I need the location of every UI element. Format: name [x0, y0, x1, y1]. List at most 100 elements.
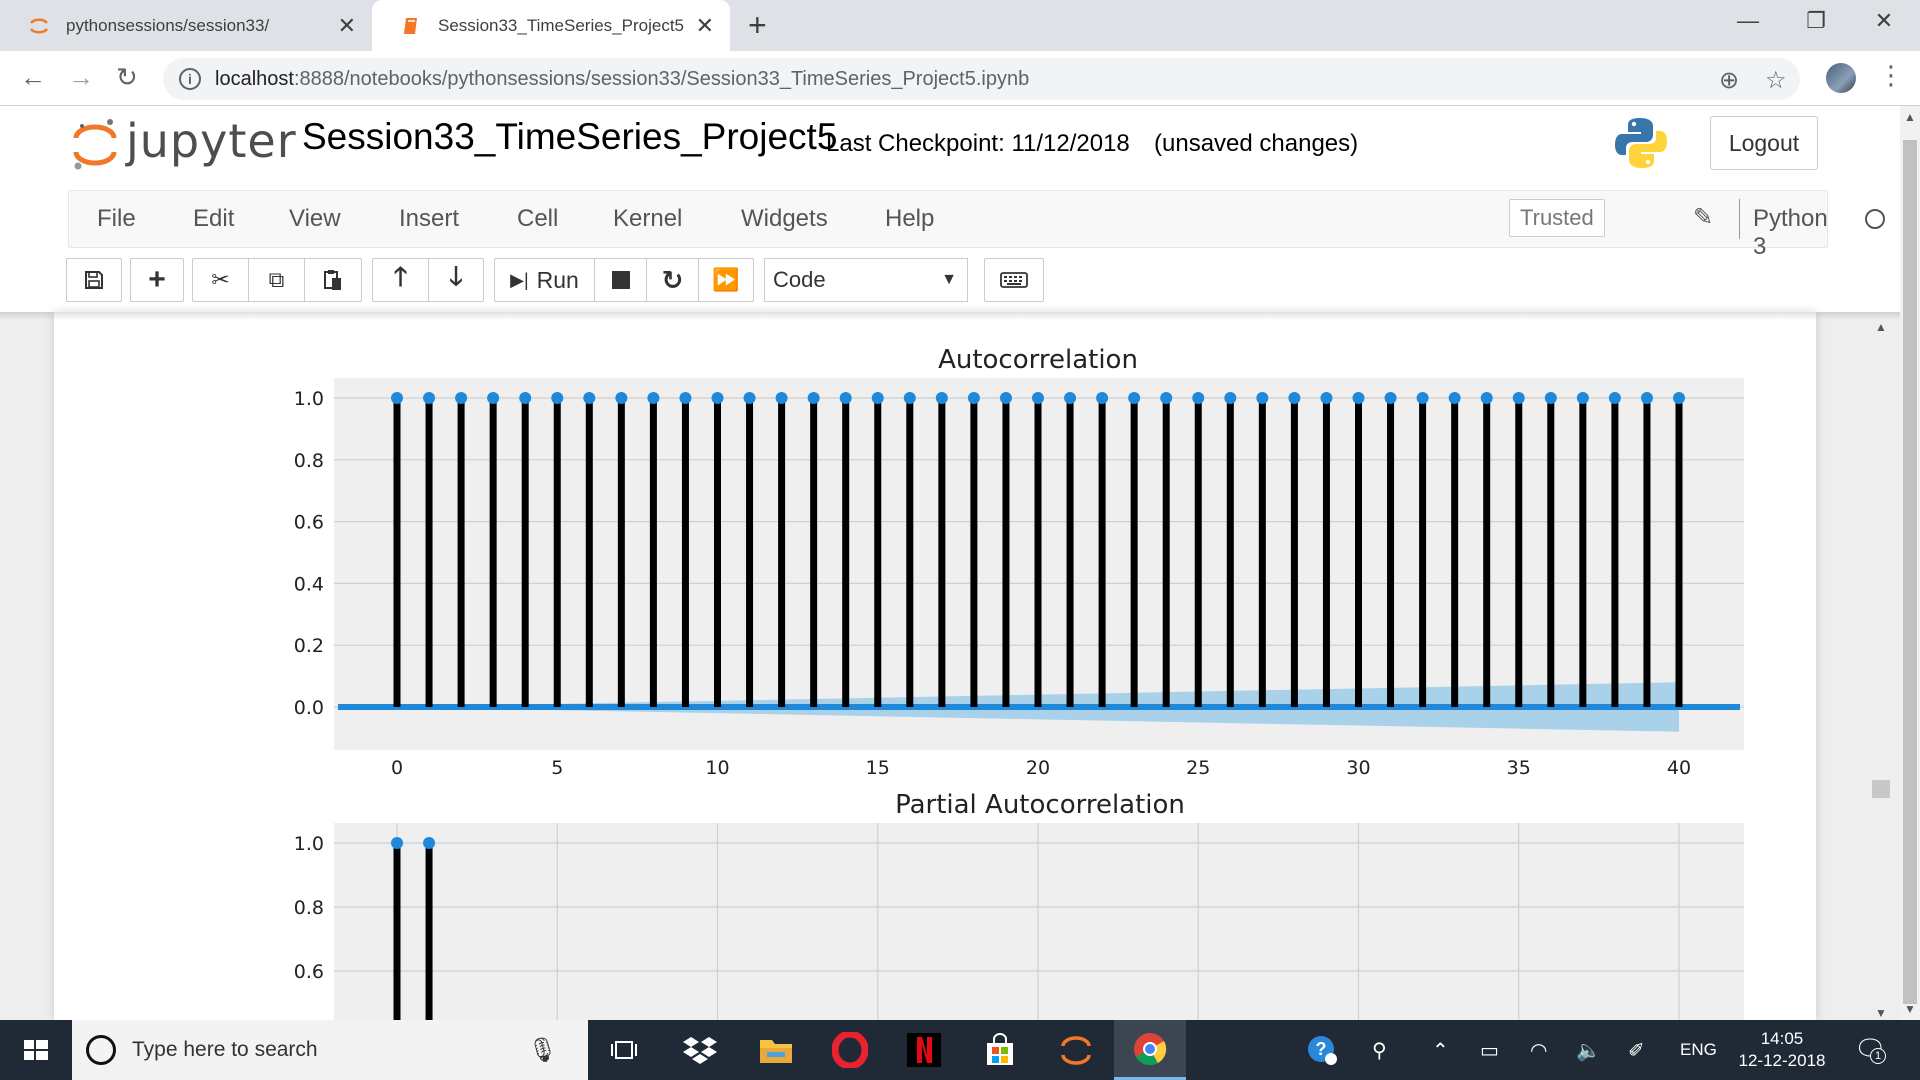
- acf-x-tick-label: 5: [551, 757, 563, 779]
- acf-marker: [1576, 392, 1589, 404]
- acf-marker: [1064, 392, 1077, 404]
- acf-plot: 0 5 10 15 20 25 30 35 40 0.0 0.2 0.4 0.6 0.8 1.0 Auto…: [294, 345, 1744, 779]
- acf-title: Autocorrelation: [938, 345, 1138, 375]
- notebook-scrollbar[interactable]: ▲ ▼: [1872, 312, 1890, 1020]
- pacf-y-tick-label: 0.8: [294, 897, 324, 919]
- clock-time: 14:05: [1760, 1029, 1804, 1048]
- taskbar-store[interactable]: [964, 1020, 1036, 1080]
- windows-taskbar: Type here to search 🎙 ? ⚲ ⌃ ▭ ◠ 🔈 ✐ ENG …: [0, 1020, 1920, 1080]
- pacf-y-tick-label: 1.0: [294, 833, 324, 855]
- acf-marker: [1544, 392, 1557, 404]
- acf-marker: [487, 392, 500, 404]
- acf-marker: [1128, 392, 1141, 404]
- acf-y-tick-label: 0.8: [294, 450, 324, 472]
- pacf-marker: [423, 837, 436, 849]
- acf-marker: [1256, 392, 1269, 404]
- acf-marker: [935, 392, 948, 404]
- acf-marker: [1224, 392, 1237, 404]
- acf-marker: [1096, 392, 1109, 404]
- acf-marker: [615, 392, 628, 404]
- scroll-up-icon[interactable]: ▲: [1904, 110, 1916, 124]
- task-view-icon: [611, 1041, 637, 1059]
- svg-text:?: ?: [1316, 1039, 1327, 1059]
- acf-marker: [903, 392, 916, 404]
- store-icon: [987, 1033, 1013, 1065]
- cell-output-plots: 0 5 10 15 20 25 30 35 40 0.0 0.2 0.4 0.6 0.8 1.0 Auto…: [294, 345, 1744, 1020]
- taskbar-file-explorer[interactable]: [740, 1020, 812, 1080]
- volume-icon[interactable]: 🔈: [1576, 1038, 1601, 1063]
- acf-marker: [391, 392, 403, 404]
- acf-x-tick-label: 20: [1026, 757, 1050, 779]
- acf-marker: [455, 392, 468, 404]
- acf-x-tick-label: 15: [866, 757, 890, 779]
- action-center-icon[interactable]: 🗨 1: [1854, 1034, 1887, 1065]
- acf-x-tick-label: 35: [1507, 757, 1531, 779]
- help-icon[interactable]: ?: [1306, 1034, 1338, 1072]
- acf-x-ticks: 0 5 10 15 20 25 30 35 40: [391, 757, 1691, 779]
- acf-marker: [1480, 392, 1493, 404]
- people-icon[interactable]: ⚲: [1372, 1038, 1387, 1063]
- acf-x-tick-label: 25: [1186, 757, 1210, 779]
- scroll-down-icon[interactable]: ▼: [1904, 1002, 1916, 1016]
- taskbar-dropbox[interactable]: [664, 1020, 736, 1080]
- acf-marker: [1320, 392, 1333, 404]
- acf-x-tick-label: 40: [1667, 757, 1691, 779]
- taskbar-chrome[interactable]: [1114, 1020, 1186, 1080]
- pacf-y-ticks: 0.6 0.8 1.0: [294, 833, 324, 983]
- acf-y-tick-label: 1.0: [294, 388, 324, 410]
- acf-marker: [1448, 392, 1461, 404]
- pen-icon[interactable]: ✐: [1628, 1038, 1645, 1063]
- acf-x-tick-label: 0: [391, 757, 403, 779]
- taskbar-jupyter[interactable]: [1040, 1020, 1112, 1080]
- microphone-icon[interactable]: 🎙: [528, 1036, 558, 1065]
- acf-marker: [551, 392, 564, 404]
- page-scroll-thumb[interactable]: [1903, 140, 1917, 1004]
- acf-marker: [711, 392, 724, 404]
- acf-marker: [743, 392, 756, 404]
- taskbar-clock[interactable]: 14:05 12-12-2018: [1730, 1028, 1834, 1072]
- language-indicator[interactable]: ENG: [1680, 1040, 1717, 1060]
- acf-marker: [583, 392, 596, 404]
- acf-marker: [999, 392, 1012, 404]
- acf-marker: [871, 392, 884, 404]
- notebook-scroll-thumb[interactable]: [1872, 780, 1890, 798]
- pacf-plot-area: [334, 823, 1744, 1020]
- taskbar-search[interactable]: Type here to search 🎙: [72, 1020, 588, 1080]
- acf-marker: [1352, 392, 1365, 404]
- acf-marker: [775, 392, 788, 404]
- acf-marker: [1673, 392, 1685, 404]
- opera-icon: [832, 1032, 868, 1068]
- acf-marker: [423, 392, 436, 404]
- show-hidden-icons[interactable]: ⌃: [1432, 1038, 1449, 1063]
- acf-marker: [1384, 392, 1397, 404]
- task-view-button[interactable]: [588, 1020, 660, 1080]
- acf-y-tick-label: 0.4: [294, 573, 324, 595]
- acf-y-tick-label: 0.0: [294, 697, 324, 719]
- acf-marker: [679, 392, 692, 404]
- acf-marker: [1032, 392, 1044, 404]
- netflix-icon: [907, 1033, 941, 1067]
- acf-marker: [1288, 392, 1301, 404]
- scroll-up-icon[interactable]: ▲: [1875, 320, 1887, 334]
- acf-marker: [1512, 392, 1525, 404]
- battery-icon[interactable]: ▭: [1480, 1038, 1499, 1063]
- acf-marker: [807, 392, 820, 404]
- cortana-icon: [86, 1035, 116, 1065]
- start-button[interactable]: [0, 1020, 72, 1080]
- acf-marker: [1160, 392, 1173, 404]
- acf-marker: [1640, 392, 1653, 404]
- acf-marker: [839, 392, 852, 404]
- taskbar-netflix[interactable]: [888, 1020, 960, 1080]
- pacf-marker: [391, 837, 403, 849]
- acf-y-ticks: 0.0 0.2 0.4 0.6 0.8 1.0: [294, 388, 324, 719]
- wifi-icon[interactable]: ◠: [1530, 1038, 1547, 1063]
- windows-logo-icon: [24, 1040, 48, 1060]
- scroll-down-icon[interactable]: ▼: [1875, 1006, 1887, 1020]
- search-placeholder: Type here to search: [132, 1038, 318, 1061]
- page-scrollbar[interactable]: ▲ ▼: [1900, 106, 1920, 1020]
- acf-x-tick-label: 30: [1346, 757, 1370, 779]
- taskbar-opera[interactable]: [814, 1020, 886, 1080]
- notification-count: 1: [1870, 1048, 1886, 1064]
- pacf-y-tick-label: 0.6: [294, 961, 324, 983]
- acf-x-tick-label: 10: [705, 757, 729, 779]
